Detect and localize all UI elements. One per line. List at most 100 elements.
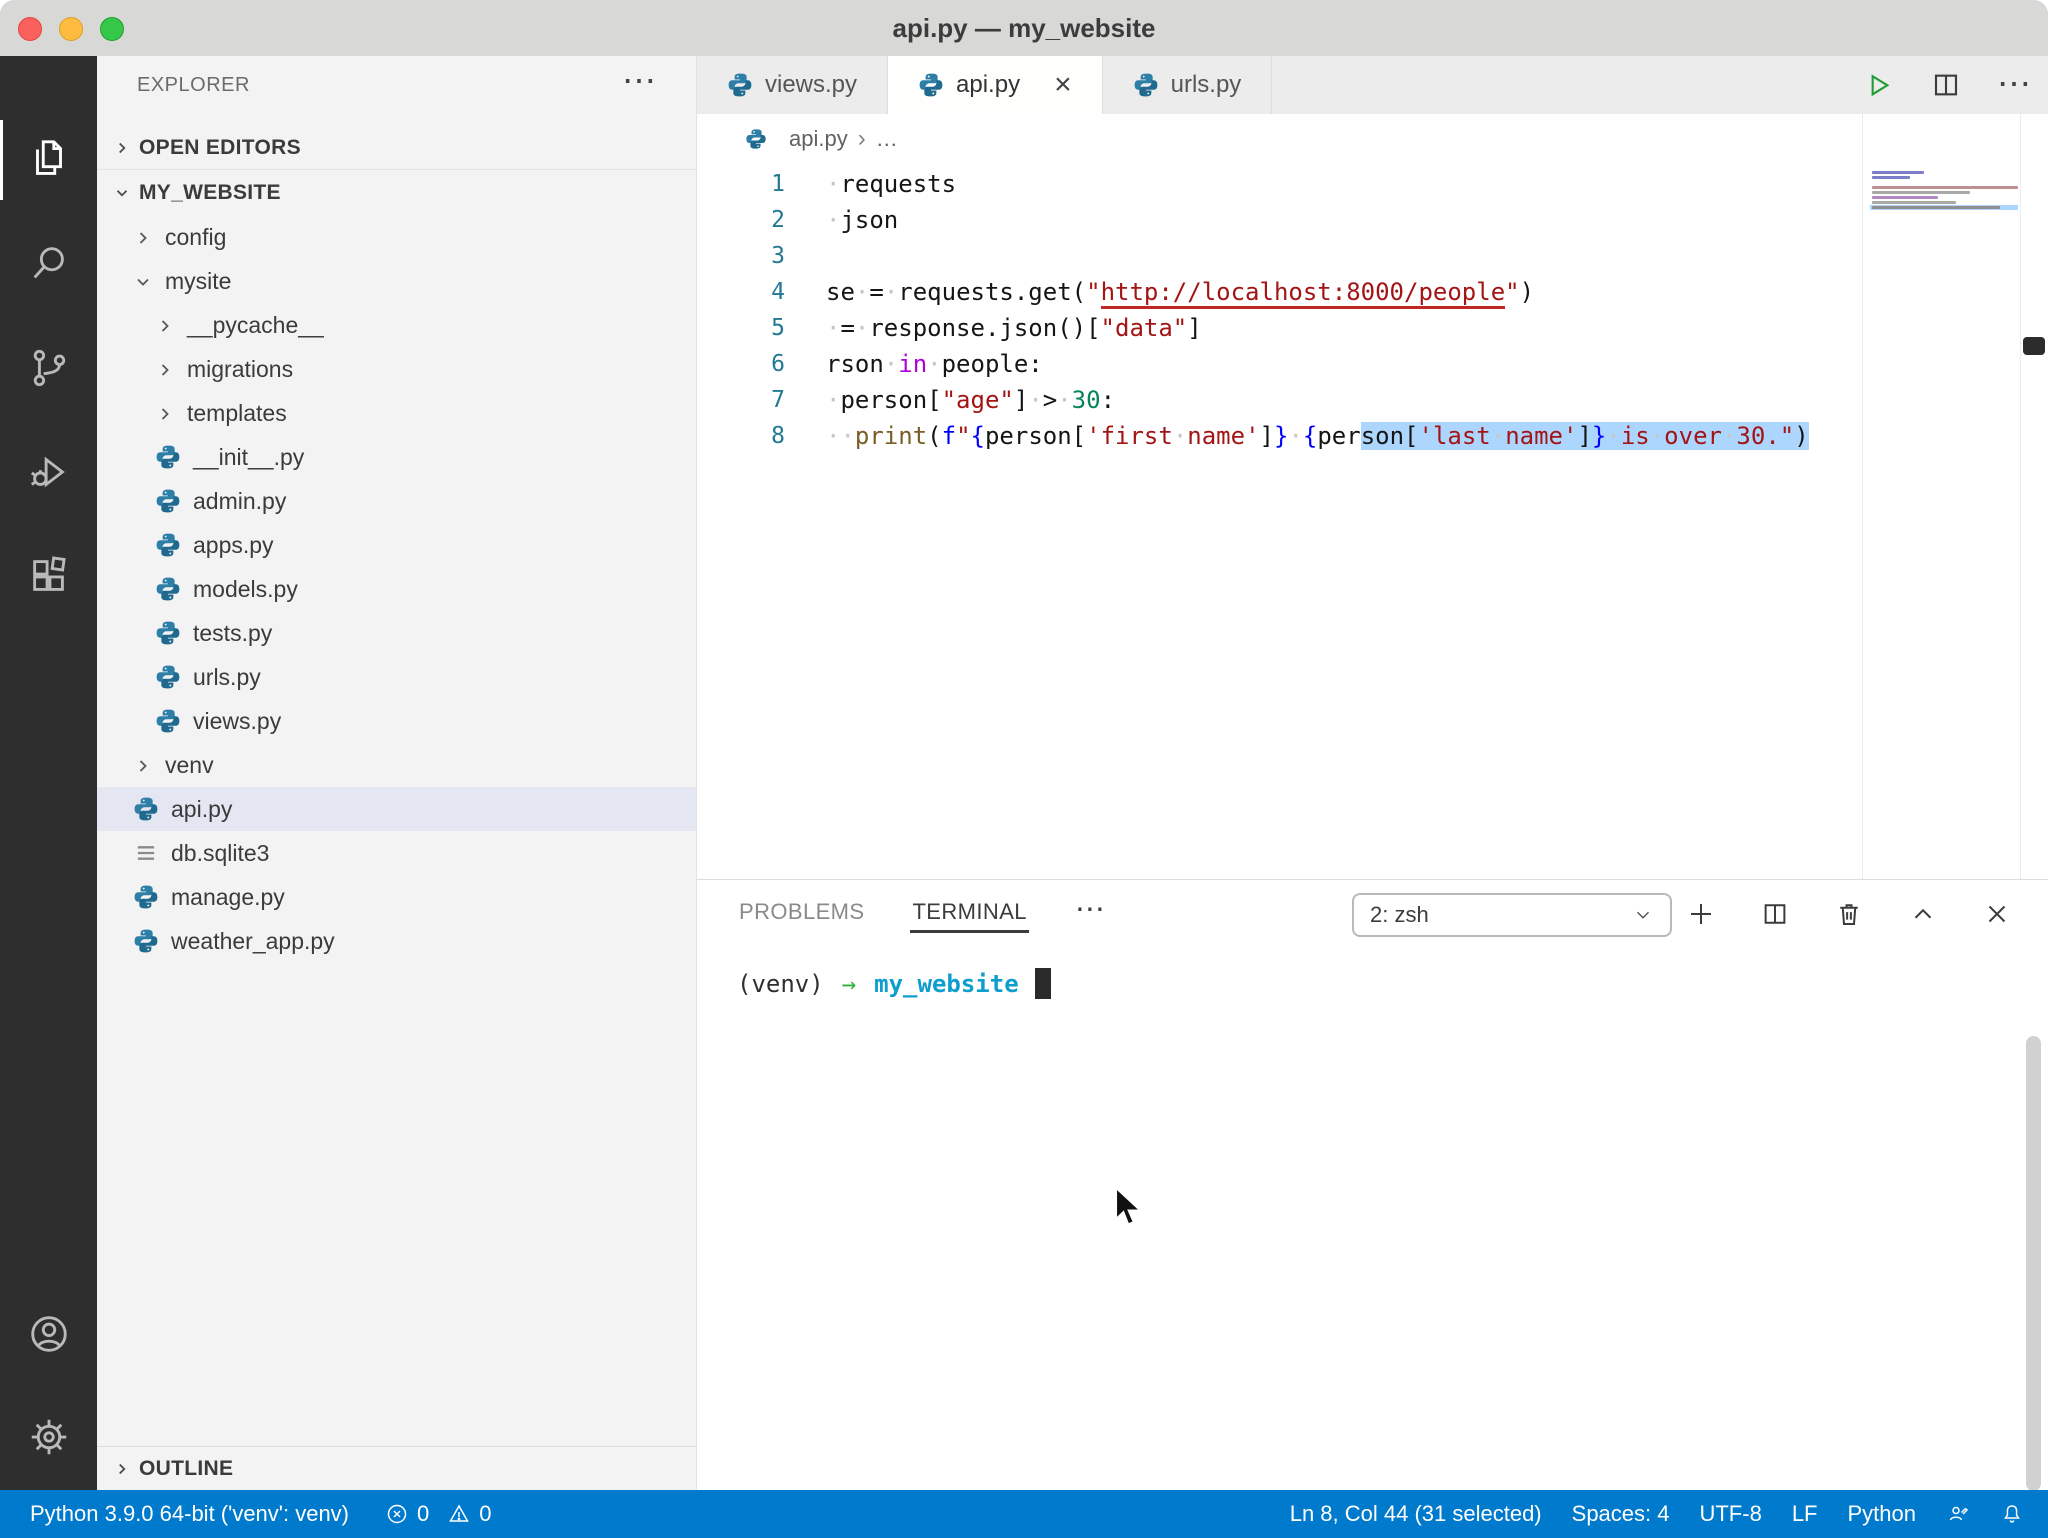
tree-item-label: weather_app.py	[171, 928, 335, 955]
panel-tab-terminal[interactable]: TERMINAL	[910, 883, 1028, 941]
terminal[interactable]: (venv) → my_website	[737, 968, 1051, 999]
line-number: 5	[697, 315, 785, 341]
tree-item-templates[interactable]: templates	[97, 391, 696, 435]
terminal-venv-prefix: (venv)	[737, 970, 824, 998]
tree-item-label: migrations	[187, 356, 293, 383]
open-editors-label: OPEN EDITORS	[139, 136, 301, 160]
minimap[interactable]	[1870, 170, 2018, 210]
tree-item-label: apps.py	[193, 532, 274, 559]
breadcrumb-file[interactable]: api.py	[789, 126, 848, 152]
python-file-icon	[133, 884, 159, 910]
minimap-separator	[1862, 114, 1863, 879]
panel-tab-problems[interactable]: PROBLEMS	[737, 883, 866, 941]
maximize-panel-icon[interactable]	[1906, 897, 1940, 931]
status-python-interpreter[interactable]: Python 3.9.0 64-bit ('venv': venv)	[30, 1501, 349, 1527]
code-line-5: 5·=·response.json()["data"]	[697, 310, 1809, 346]
tree-item-api-py[interactable]: api.py	[97, 787, 696, 831]
explorer-more-actions[interactable]: ⋯	[622, 64, 656, 98]
tree-item-migrations[interactable]: migrations	[97, 347, 696, 391]
panel-more-actions[interactable]: ⋯	[1075, 892, 1105, 927]
search-icon[interactable]	[0, 220, 97, 308]
tree-item-venv[interactable]: venv	[97, 743, 696, 787]
tree-item--init-py[interactable]: __init__.py	[97, 435, 696, 479]
breadcrumb[interactable]: api.py › …	[697, 114, 1862, 164]
source-control-icon[interactable]	[0, 324, 97, 412]
notifications-bell-icon[interactable]	[2000, 1502, 2024, 1526]
close-panel-icon[interactable]	[1980, 897, 2014, 931]
breadcrumb-symbol[interactable]: …	[876, 126, 898, 152]
status-problems[interactable]: 0 0	[385, 1501, 492, 1527]
code-line-4: 4se·=·requests.get("http://localhost:800…	[697, 274, 1809, 310]
overview-ruler-marker	[2023, 337, 2045, 355]
split-terminal-icon[interactable]	[1758, 897, 1792, 931]
split-editor-button[interactable]	[1928, 67, 1964, 103]
python-file-icon	[1133, 72, 1159, 98]
account-icon[interactable]	[0, 1290, 97, 1378]
python-file-icon	[155, 532, 181, 558]
tree-item-tests-py[interactable]: tests.py	[97, 611, 696, 655]
file-tree: config mysite __pycache__ migrations templat…	[97, 215, 696, 963]
python-file-icon	[727, 72, 753, 98]
status-encoding[interactable]: UTF-8	[1699, 1501, 1761, 1527]
kill-terminal-trash-icon[interactable]	[1832, 897, 1866, 931]
workspace-section[interactable]: MY_WEBSITE	[97, 171, 696, 215]
tree-item-label: models.py	[193, 576, 298, 603]
status-bar: Python 3.9.0 64-bit ('venv': venv) 0 0 L…	[0, 1490, 2048, 1538]
status-language-mode[interactable]: Python	[1848, 1501, 1917, 1527]
code-editor[interactable]: 1·requests2·json34se·=·requests.get("htt…	[697, 166, 1809, 454]
tab-views-py[interactable]: views.py	[697, 56, 888, 114]
tree-item-models-py[interactable]: models.py	[97, 567, 696, 611]
editor-actions: ⋯	[1860, 56, 2032, 114]
tree-item-label: manage.py	[171, 884, 285, 911]
tab-api-py[interactable]: api.py×	[888, 56, 1103, 114]
outline-section[interactable]: OUTLINE	[97, 1446, 696, 1490]
tab-label: urls.py	[1171, 71, 1242, 99]
tree-item-urls-py[interactable]: urls.py	[97, 655, 696, 699]
tree-item-label: venv	[165, 752, 214, 779]
status-cursor-position[interactable]: Ln 8, Col 44 (31 selected)	[1290, 1501, 1542, 1527]
tree-item-label: admin.py	[193, 488, 286, 515]
tree-item-label: urls.py	[193, 664, 261, 691]
run-python-file-button[interactable]	[1860, 67, 1896, 103]
tree-item-manage-py[interactable]: manage.py	[97, 875, 696, 919]
python-file-icon	[133, 796, 159, 822]
title-bar: api.py — my_website	[0, 0, 2048, 57]
line-number: 4	[697, 279, 785, 305]
tree-item-views-py[interactable]: views.py	[97, 699, 696, 743]
overview-ruler-separator	[2020, 114, 2021, 879]
settings-gear-icon[interactable]	[0, 1393, 97, 1481]
code-line-7: 7·person["age"]·>·30:	[697, 382, 1809, 418]
tree-item-label: mysite	[165, 268, 231, 295]
panel-scrollbar[interactable]	[2026, 1036, 2041, 1491]
editor-more-actions[interactable]: ⋯	[1996, 67, 2032, 103]
tree-item-label: views.py	[193, 708, 281, 735]
status-eol[interactable]: LF	[1792, 1501, 1818, 1527]
panel-tabs: PROBLEMS TERMINAL ⋯	[737, 880, 1105, 944]
tree-item-label: tests.py	[193, 620, 272, 647]
tree-item-apps-py[interactable]: apps.py	[97, 523, 696, 567]
chevron-right-icon	[133, 227, 153, 247]
run-debug-icon[interactable]	[0, 428, 97, 516]
terminal-cursor	[1035, 968, 1051, 999]
tree-item-weather-app-py[interactable]: weather_app.py	[97, 919, 696, 963]
line-number: 6	[697, 351, 785, 377]
extensions-icon[interactable]	[0, 532, 97, 620]
tree-item--pycache-[interactable]: __pycache__	[97, 303, 696, 347]
tab-urls-py[interactable]: urls.py	[1103, 56, 1273, 114]
feedback-icon[interactable]	[1946, 1502, 1970, 1526]
code-line-8: 8··print(f"{person['first·name']}·{perso…	[697, 418, 1809, 454]
tree-item-db-sqlite3[interactable]: db.sqlite3	[97, 831, 696, 875]
open-editors-section[interactable]: OPEN EDITORS	[97, 126, 696, 170]
explorer-icon[interactable]	[0, 116, 97, 204]
tree-item-admin-py[interactable]: admin.py	[97, 479, 696, 523]
tree-item-mysite[interactable]: mysite	[97, 259, 696, 303]
terminal-selector-dropdown[interactable]: 2: zsh	[1352, 893, 1672, 937]
tree-item-config[interactable]: config	[97, 215, 696, 259]
tree-item-label: __init__.py	[193, 444, 304, 471]
python-file-icon	[155, 620, 181, 646]
close-tab-icon[interactable]: ×	[1054, 70, 1072, 100]
python-file-icon	[155, 444, 181, 470]
warning-count: 0	[479, 1501, 491, 1527]
status-indentation[interactable]: Spaces: 4	[1572, 1501, 1670, 1527]
new-terminal-icon[interactable]	[1684, 897, 1718, 931]
